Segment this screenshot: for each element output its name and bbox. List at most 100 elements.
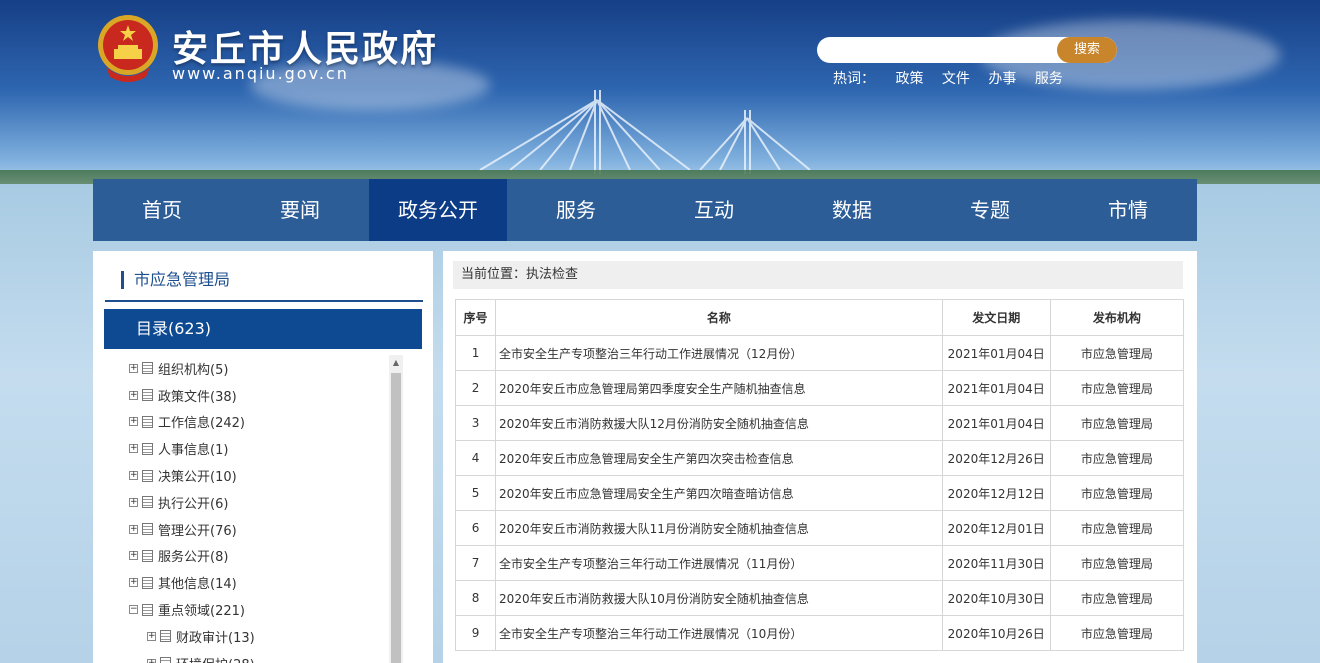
row-date: 2020年10月26日: [941, 615, 1051, 651]
table-row: 4 2020年安丘市应急管理局安全生产第四次突击检查信息 2020年12月26日 市应…: [454, 440, 1185, 476]
tree-item-label[interactable]: 决策公开(10): [158, 466, 237, 485]
row-date: 2020年12月12日: [941, 475, 1051, 511]
tree-scrollbar[interactable]: ▲: [389, 355, 403, 663]
row-document-link[interactable]: 2020年安丘市消防救援大队12月份消防安全随机抽查信息: [495, 405, 943, 441]
row-date: 2020年11月30日: [941, 545, 1051, 581]
row-document-link[interactable]: 2020年安丘市应急管理局安全生产第四次暗查暗访信息: [495, 475, 943, 511]
nav-item-data[interactable]: 数据: [783, 179, 921, 241]
tree-item[interactable]: + 财政审计(13): [129, 623, 391, 650]
content-panel: 当前位置：执法检查 序号 名称 发文日期 发布机构 1 全市安全生产专项整治三年行…: [443, 251, 1197, 663]
tree-item[interactable]: + 管理公开(76): [129, 516, 391, 543]
row-document-link[interactable]: 2020年安丘市应急管理局第四季度安全生产随机抽查信息: [495, 370, 943, 406]
expand-icon[interactable]: +: [129, 390, 138, 400]
row-document-link[interactable]: 2020年安丘市消防救援大队10月份消防安全随机抽查信息: [495, 580, 943, 616]
tree-item[interactable]: + 政策文件(38): [129, 382, 391, 409]
hotword-link[interactable]: 办事: [988, 71, 1016, 87]
tree-item-label[interactable]: 执行公开(6): [158, 493, 228, 512]
nav-item-news[interactable]: 要闻: [231, 179, 369, 241]
expand-icon[interactable]: +: [129, 497, 138, 507]
row-document-link[interactable]: 全市安全生产专项整治三年行动工作进展情况（12月份）: [495, 335, 943, 371]
tree-item-label[interactable]: 环境保护(28): [176, 654, 255, 663]
tree-item-label[interactable]: 政策文件(38): [158, 386, 237, 405]
table-row: 3 2020年安丘市消防救援大队12月份消防安全随机抽查信息 2021年01月04日…: [454, 405, 1185, 441]
tree-item-label[interactable]: 组织机构(5): [158, 359, 228, 378]
bridge-illustration: [479, 90, 811, 174]
tree-item-label[interactable]: 其他信息(14): [158, 573, 237, 592]
search-box: 搜索: [817, 37, 1117, 63]
scroll-up-arrow-icon[interactable]: ▲: [389, 355, 403, 371]
col-header-index: 序号: [454, 299, 497, 336]
table-row: 2 2020年安丘市应急管理局第四季度安全生产随机抽查信息 2021年01月04日市…: [454, 370, 1185, 406]
hotword-link[interactable]: 服务: [1035, 71, 1063, 87]
tree-item[interactable]: + 工作信息(242): [129, 409, 391, 436]
tree-item[interactable]: + 其他信息(14): [129, 569, 391, 596]
tree-item[interactable]: + 组织机构(5): [129, 355, 391, 382]
expand-icon[interactable]: +: [129, 417, 138, 427]
tree-item[interactable]: + 决策公开(10): [129, 462, 391, 489]
row-document-link[interactable]: 全市安全生产专项整治三年行动工作进展情况（11月份）: [495, 545, 943, 581]
document-icon: [142, 549, 153, 562]
tree-item[interactable]: + 服务公开(8): [129, 543, 391, 570]
table-row: 8 2020年安丘市消防救援大队10月份消防安全随机抽查信息 2020年10月30日…: [454, 580, 1185, 616]
tree-item-label[interactable]: 重点领域(221): [158, 600, 245, 619]
row-date: 2020年12月26日: [941, 440, 1051, 476]
row-index: 3: [454, 405, 497, 441]
expand-icon[interactable]: +: [129, 471, 138, 481]
expand-icon[interactable]: +: [129, 578, 138, 588]
department-title: 市应急管理局: [121, 271, 230, 289]
nav-item-city-info[interactable]: 市情: [1059, 179, 1197, 241]
hotword-link[interactable]: 文件: [942, 71, 970, 87]
nav-item-topics[interactable]: 专题: [921, 179, 1059, 241]
scroll-thumb[interactable]: [391, 373, 401, 663]
row-date: 2021年01月04日: [941, 335, 1051, 371]
tree-item-label[interactable]: 财政审计(13): [176, 627, 255, 646]
row-index: 5: [454, 475, 497, 511]
document-table: 序号 名称 发文日期 发布机构 1 全市安全生产专项整治三年行动工作进展情况（12…: [454, 299, 1185, 651]
document-icon: [142, 496, 153, 509]
nav-item-interaction[interactable]: 互动: [645, 179, 783, 241]
collapse-icon[interactable]: −: [129, 605, 138, 615]
site-url: www.anqiu.gov.cn: [172, 64, 349, 83]
tree-item[interactable]: + 环境保护(28): [129, 650, 391, 663]
row-index: 1: [454, 335, 497, 371]
nav-item-services[interactable]: 服务: [507, 179, 645, 241]
table-row: 1 全市安全生产专项整治三年行动工作进展情况（12月份） 2021年01月04日 市应…: [454, 335, 1185, 371]
expand-icon[interactable]: +: [147, 631, 156, 641]
row-index: 8: [454, 580, 497, 616]
row-index: 9: [454, 615, 497, 651]
search-input[interactable]: [817, 37, 1057, 63]
document-icon: [142, 415, 153, 428]
nav-item-government-affairs[interactable]: 政务公开: [369, 179, 507, 241]
table-header-row: 序号 名称 发文日期 发布机构: [454, 299, 1185, 336]
expand-icon[interactable]: +: [129, 444, 138, 454]
tree-item[interactable]: + 人事信息(1): [129, 435, 391, 462]
row-publisher: 市应急管理局: [1049, 335, 1185, 371]
document-icon: [160, 630, 171, 643]
row-publisher: 市应急管理局: [1049, 580, 1185, 616]
tree-item-label[interactable]: 管理公开(76): [158, 520, 237, 539]
row-document-link[interactable]: 2020年安丘市应急管理局安全生产第四次突击检查信息: [495, 440, 943, 476]
expand-icon[interactable]: +: [129, 524, 138, 534]
catalog-header[interactable]: 目录(623): [104, 309, 422, 349]
expand-icon[interactable]: +: [129, 551, 138, 561]
row-publisher: 市应急管理局: [1049, 545, 1185, 581]
table-row: 9 全市安全生产专项整治三年行动工作进展情况（10月份） 2020年10月26日 市应…: [454, 615, 1185, 651]
search-button[interactable]: 搜索: [1057, 37, 1117, 63]
table-row: 6 2020年安丘市消防救援大队11月份消防安全随机抽查信息 2020年12月01日…: [454, 510, 1185, 546]
tree-item[interactable]: − 重点领域(221): [129, 596, 391, 623]
hotword-link[interactable]: 政策: [895, 71, 923, 87]
document-icon: [142, 603, 153, 616]
expand-icon[interactable]: +: [129, 363, 138, 373]
tree-item-label[interactable]: 服务公开(8): [158, 546, 228, 565]
tree-item[interactable]: + 执行公开(6): [129, 489, 391, 516]
row-publisher: 市应急管理局: [1049, 405, 1185, 441]
row-index: 6: [454, 510, 497, 546]
tree-item-label[interactable]: 工作信息(242): [158, 412, 245, 431]
row-date: 2021年01月04日: [941, 370, 1051, 406]
row-document-link[interactable]: 全市安全生产专项整治三年行动工作进展情况（10月份）: [495, 615, 943, 651]
nav-item-home[interactable]: 首页: [93, 179, 231, 241]
row-document-link[interactable]: 2020年安丘市消防救援大队11月份消防安全随机抽查信息: [495, 510, 943, 546]
document-icon: [142, 389, 153, 402]
tree-item-label[interactable]: 人事信息(1): [158, 439, 228, 458]
expand-icon[interactable]: +: [147, 658, 156, 663]
